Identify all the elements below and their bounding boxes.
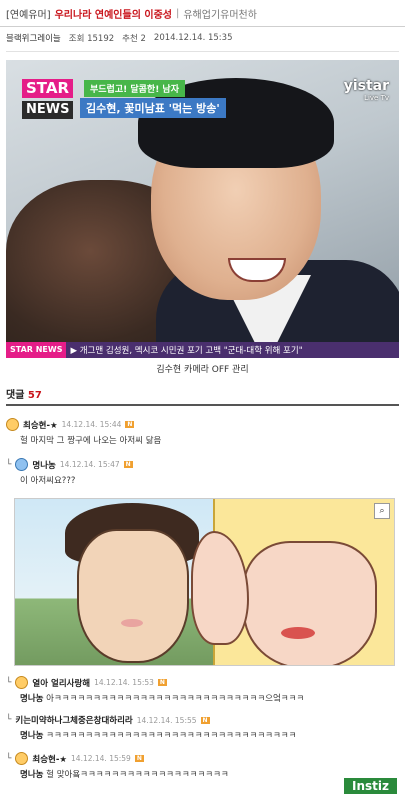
comment-date: 14.12.14. 15:55: [136, 715, 197, 725]
anime-girl-face: [243, 541, 377, 665]
news-ticker: STAR NEWS ▶ 개그맨 김성원, 멕시코 시민권 포기 고백 "군대-대…: [6, 342, 399, 358]
photo-caption-small: 부드럽고! 달콤한! 남자: [84, 80, 185, 97]
comment-date: 14.12.14. 15:44: [61, 420, 122, 429]
new-badge-icon: N: [157, 679, 167, 686]
comment-date: 14.12.14. 15:53: [94, 678, 154, 687]
star-news-logo: STAR NEWS: [22, 78, 80, 119]
post-views: 조회 15192: [68, 34, 115, 44]
post-title: 우리나라 연예인들의 이중성: [54, 9, 172, 21]
comment-author[interactable]: 키는미약하나그체중은창대하리라: [15, 714, 132, 726]
comment-body: 명나농 아ㅋㅋㅋㅋㅋㅋㅋㅋㅋㅋㅋㅋㅋㅋㅋㅋㅋㅋㅋㅋㅋㅋㅋㅋㅋㅋㅋ으엌ㅋㅋㅋ: [20, 694, 305, 704]
comment-body: 명나농 ㅋㅋㅋㅋㅋㅋㅋㅋㅋㅋㅋㅋㅋㅋㅋㅋㅋㅋㅋㅋㅋㅋㅋㅋㅋㅋㅋㅋㅋㅋㅋㅋ: [20, 731, 297, 741]
new-badge-icon: N: [134, 755, 144, 762]
new-badge-icon: N: [200, 716, 210, 724]
comment-author[interactable]: 명나농: [32, 459, 55, 471]
reply-arrow-icon: └: [6, 459, 12, 470]
comment-body: 이 아저씨요???: [20, 476, 76, 486]
reply-arrow-icon: └: [6, 715, 12, 725]
reply-target: 명나농: [20, 731, 44, 741]
new-badge-icon: N: [123, 461, 133, 468]
comment-body: 헐 마지막 그 짱구에 나오는 아저씨 닮음: [20, 436, 162, 446]
comment-body: 명나농 헐 맞아욬ㅋㅋㅋㅋㅋㅋㅋㅋㅋㅋㅋㅋㅋㅋㅋㅋㅋㅋㅋ: [20, 770, 229, 780]
comment-date: 14.12.14. 15:59: [71, 754, 131, 763]
board-name[interactable]: 유해업기유머천하: [183, 6, 257, 21]
photo-caption: 김수현 카메라 OFF 관리: [156, 365, 249, 375]
comment-author[interactable]: 최승현-★: [23, 419, 58, 431]
avatar-icon: [15, 458, 29, 471]
post-author[interactable]: 블랙위그레이늘: [6, 32, 61, 44]
anime-man-lips: [121, 619, 143, 627]
post-photo: STAR NEWS 부드럽고! 달콤한! 남자 김수현, 꽃미남표 '먹는 방송…: [6, 60, 399, 358]
comment-reply: └ 키는미약하나그체중은창대하리라 14.12.14. 15:55 N 명나농 …: [6, 714, 399, 741]
post-header: [연예유머] 우리나라 연예인들의 이중성 | 유해업기유머천하: [0, 0, 405, 27]
zoom-icon[interactable]: ⌕: [374, 503, 390, 519]
avatar-icon: [6, 418, 19, 431]
broadcaster-logo: yistar Live Tv: [343, 78, 389, 102]
anime-girl-lips: [281, 627, 315, 639]
comment-reply: └ 명나농 14.12.14. 15:47 N 이 아저씨요???: [6, 458, 399, 486]
reply-arrow-icon: └: [6, 753, 12, 764]
post-category[interactable]: [연예유머]: [6, 6, 51, 21]
comment-author[interactable]: 열아 얼리사랑해: [32, 677, 90, 689]
comment-author[interactable]: 최승현-★: [32, 753, 67, 765]
reply-target: 명나농: [20, 770, 44, 780]
header-separator: |: [175, 7, 180, 19]
comment-item: 최승현-★ 14.12.14. 15:44 N 헐 마지막 그 짱구에 나오는 …: [6, 418, 399, 446]
site-watermark: Instiz: [344, 778, 397, 794]
avatar-icon: [15, 752, 29, 765]
post-date: 2014.12.14. 15:35: [153, 33, 233, 43]
comment-reply: └ 열아 얼리사랑해 14.12.14. 15:53 N 명나농 아ㅋㅋㅋㅋㅋㅋ…: [6, 676, 399, 704]
comments-header: 댓글 57: [6, 386, 399, 406]
reply-target: 명나농: [20, 694, 44, 704]
comment-date: 14.12.14. 15:47: [59, 460, 120, 469]
avatar-icon: [15, 676, 29, 689]
post-meta: 블랙위그레이늘 조회 15192 추천 2 2014.12.14. 15:35: [0, 27, 405, 49]
meta-divider: [6, 51, 399, 52]
ticker-text: ▶ 개그맨 김성원, 멕시코 시민권 포기 고백 "군대-대학 위해 포기": [70, 346, 303, 356]
new-badge-icon: N: [125, 421, 135, 428]
ticker-logo: STAR NEWS: [6, 342, 67, 358]
comment-attached-image[interactable]: ⌕: [14, 498, 395, 666]
comments-count: 57: [27, 390, 42, 401]
comment-reply: └ 최승현-★ 14.12.14. 15:59 N 명나농 헐 맞아욬ㅋㅋㅋㅋㅋ…: [6, 752, 399, 780]
anime-man-face: [77, 529, 189, 663]
post-recommends: 추천 2: [122, 34, 146, 44]
photo-caption-big: 김수현, 꽃미남표 '먹는 방송': [80, 98, 226, 118]
reply-arrow-icon: └: [6, 677, 12, 688]
